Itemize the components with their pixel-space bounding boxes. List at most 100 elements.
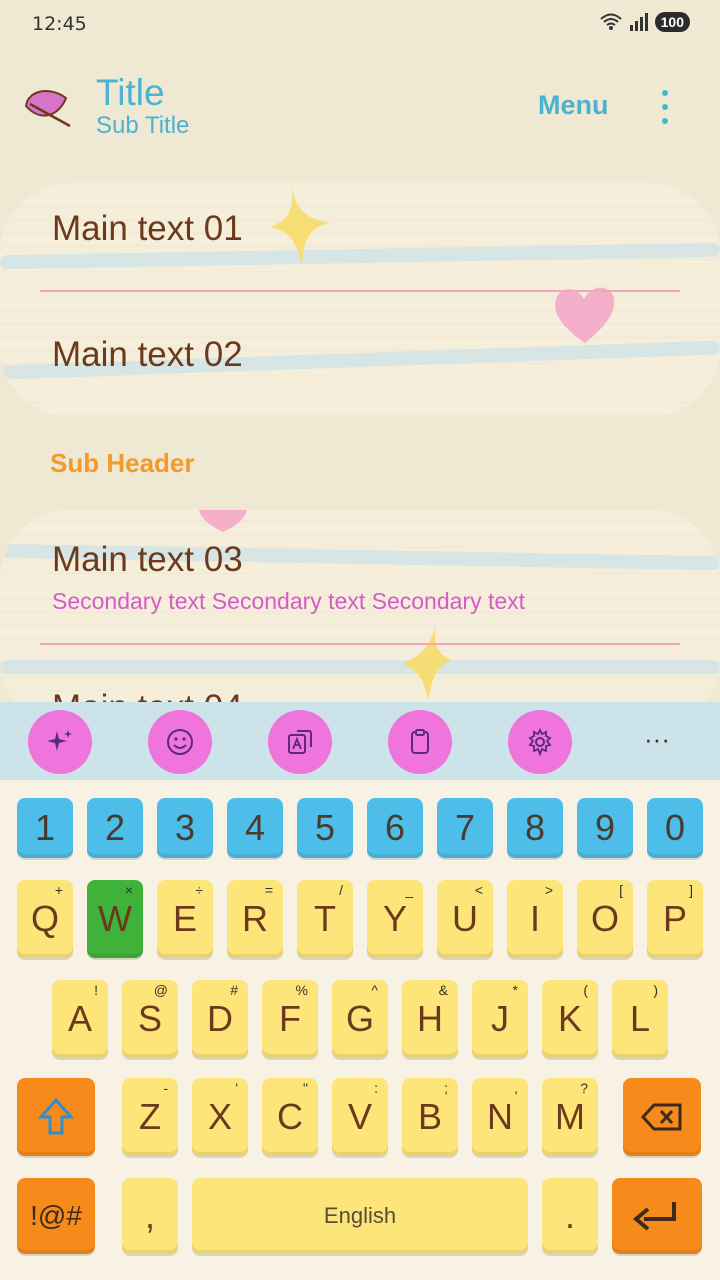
settings-icon[interactable] bbox=[508, 710, 572, 774]
key-o[interactable]: [O bbox=[577, 880, 633, 958]
key-label: D bbox=[207, 998, 233, 1039]
key-0[interactable]: 0 bbox=[647, 798, 703, 858]
key-label: C bbox=[277, 1096, 303, 1137]
key-h[interactable]: & H bbox=[402, 980, 458, 1058]
key-r[interactable]: = R bbox=[227, 880, 283, 958]
key-alt-symbol: - bbox=[163, 1080, 168, 1096]
shift-key[interactable] bbox=[17, 1078, 95, 1156]
key-x[interactable]: ' X bbox=[192, 1078, 248, 1156]
app-bar: Title Sub Title Menu bbox=[0, 60, 720, 150]
key-label: Z bbox=[139, 1096, 161, 1137]
signal-icon bbox=[629, 13, 648, 31]
key-alt-symbol: + bbox=[54, 882, 63, 898]
key-label: V bbox=[347, 1096, 372, 1137]
sub-header: Sub Header bbox=[50, 448, 195, 478]
paper-stripe bbox=[0, 660, 720, 674]
key-label: J bbox=[491, 998, 509, 1039]
key-alt-symbol: ^ bbox=[371, 982, 378, 998]
key-m[interactable]: ? M bbox=[542, 1078, 598, 1156]
key-f[interactable]: % F bbox=[262, 980, 318, 1058]
key-alt-symbol: @ bbox=[153, 982, 168, 998]
key-n[interactable]: ,N bbox=[472, 1078, 528, 1156]
key-j[interactable]: * J bbox=[472, 980, 528, 1058]
key-alt-symbol: ) bbox=[653, 982, 658, 998]
key-v[interactable]: :V bbox=[332, 1078, 388, 1156]
key-alt-symbol: ? bbox=[580, 1080, 588, 1096]
key-l[interactable]: ) L bbox=[612, 980, 668, 1058]
key-alt-symbol: " bbox=[303, 1080, 308, 1096]
key-t[interactable]: / T bbox=[297, 880, 353, 958]
key-label: Y bbox=[382, 898, 407, 939]
key-s[interactable]: @ S bbox=[122, 980, 178, 1058]
key-u[interactable]: < U bbox=[437, 880, 493, 958]
key-alt-symbol: ] bbox=[689, 882, 693, 898]
key-6[interactable]: 6 bbox=[367, 798, 423, 858]
key-z[interactable]: -Z bbox=[122, 1078, 178, 1156]
more-options-icon[interactable] bbox=[652, 88, 678, 128]
key-8[interactable]: 8 bbox=[507, 798, 563, 858]
comma-key[interactable]: , bbox=[122, 1178, 178, 1254]
key-a[interactable]: ! A bbox=[52, 980, 108, 1058]
key-label: S bbox=[137, 998, 162, 1039]
key-b[interactable]: ; B bbox=[402, 1078, 458, 1156]
shift-icon bbox=[38, 1097, 74, 1135]
heart-sticker-icon bbox=[555, 287, 615, 343]
key-5[interactable]: 5 bbox=[297, 798, 353, 858]
keyboard: 1 2 3 4 5 6 7 8 9 0 + Q × W ÷ E = R / T _ Y < U… bbox=[0, 780, 720, 1280]
key-alt-symbol: < bbox=[474, 882, 483, 898]
enter-key[interactable] bbox=[612, 1178, 702, 1254]
key-4[interactable]: 4 bbox=[227, 798, 283, 858]
list-item-3[interactable]: Main text 03 bbox=[52, 540, 243, 580]
clipboard-icon[interactable] bbox=[388, 710, 452, 774]
heart-sticker-icon bbox=[199, 510, 247, 532]
status-time: 12:45 bbox=[32, 13, 87, 35]
key-k[interactable]: (K bbox=[542, 980, 598, 1058]
key-g[interactable]: ^ G bbox=[332, 980, 388, 1058]
key-alt-symbol: _ bbox=[405, 882, 413, 898]
key-alt-symbol: : bbox=[374, 1080, 378, 1096]
key-9[interactable]: 9 bbox=[577, 798, 633, 858]
key-1[interactable]: 1 bbox=[17, 798, 73, 858]
list-item-1[interactable]: Main text 01 bbox=[52, 209, 243, 249]
toolbar-more-button[interactable]: ··· bbox=[644, 724, 670, 755]
period-key[interactable]: . bbox=[542, 1178, 598, 1254]
key-label: H bbox=[417, 998, 443, 1039]
key-alt-symbol: # bbox=[230, 982, 238, 998]
key-w[interactable]: × W bbox=[87, 880, 143, 958]
key-label: I bbox=[529, 898, 540, 939]
list-item-2[interactable]: Main text 02 bbox=[52, 335, 243, 375]
list-group-2: Main text 03 Secondary text Secondary te… bbox=[0, 510, 720, 730]
key-7[interactable]: 7 bbox=[437, 798, 493, 858]
key-label: U bbox=[452, 898, 478, 939]
key-label: W bbox=[98, 898, 132, 939]
menu-button[interactable]: Menu bbox=[538, 90, 609, 121]
key-i[interactable]: > I bbox=[507, 880, 563, 958]
key-p[interactable]: ] P bbox=[647, 880, 703, 958]
emoji-icon[interactable] bbox=[148, 710, 212, 774]
symbols-key[interactable]: !@# bbox=[17, 1178, 95, 1254]
status-icons: 100 bbox=[599, 12, 690, 32]
key-2[interactable]: 2 bbox=[87, 798, 143, 858]
star-sticker-icon bbox=[402, 624, 452, 700]
backspace-key[interactable] bbox=[623, 1078, 701, 1156]
translate-icon[interactable] bbox=[268, 710, 332, 774]
backspace-icon bbox=[640, 1103, 682, 1131]
page-title: Title bbox=[96, 72, 165, 113]
key-c[interactable]: " C bbox=[262, 1078, 318, 1156]
key-label: X bbox=[207, 1096, 232, 1137]
key-alt-symbol: , bbox=[514, 1080, 518, 1096]
key-q[interactable]: + Q bbox=[17, 880, 73, 958]
key-y[interactable]: _ Y bbox=[367, 880, 423, 958]
sparkle-icon[interactable] bbox=[28, 710, 92, 774]
key-label: O bbox=[590, 898, 619, 939]
key-alt-symbol: ÷ bbox=[195, 882, 203, 898]
key-3[interactable]: 3 bbox=[157, 798, 213, 858]
key-alt-symbol: / bbox=[339, 882, 343, 898]
key-alt-symbol: ; bbox=[444, 1080, 448, 1096]
key-d[interactable]: # D bbox=[192, 980, 248, 1058]
key-alt-symbol: % bbox=[295, 982, 308, 998]
page-subtitle: Sub Title bbox=[96, 112, 190, 139]
key-e[interactable]: ÷ E bbox=[157, 880, 213, 958]
list-divider bbox=[40, 290, 680, 292]
space-key[interactable]: English bbox=[192, 1178, 528, 1254]
